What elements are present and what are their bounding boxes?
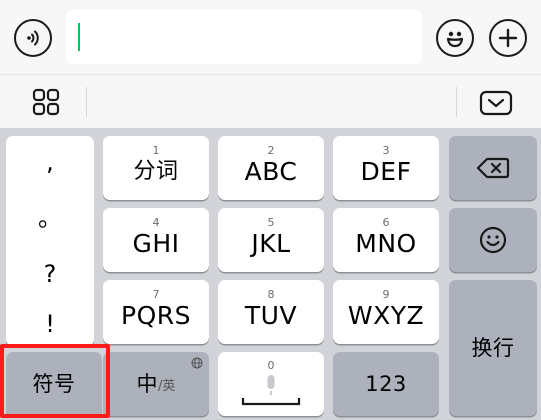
key-number: 2 (267, 144, 275, 157)
plus-icon (498, 28, 518, 48)
message-input[interactable] (66, 10, 422, 64)
key-7-pqrs[interactable]: 7 PQRS (103, 280, 209, 344)
key-8-tuv[interactable]: 8 TUV (218, 280, 324, 344)
chat-input-bar (0, 0, 541, 74)
key-label: TUV (244, 301, 298, 330)
smiley-key-icon (479, 226, 507, 254)
backspace-icon (476, 157, 510, 179)
enter-key-label: 换行 (471, 336, 515, 360)
emoji-button[interactable] (436, 19, 474, 57)
key-label: ABC (244, 157, 298, 186)
punct-comma-key[interactable]: , (6, 148, 94, 176)
toolbar-divider (86, 87, 87, 117)
more-button[interactable] (489, 19, 527, 57)
punctuation-column[interactable]: , 。 ? ! (6, 136, 94, 346)
punct-exclaim-key[interactable]: ! (6, 310, 94, 338)
key-number: 0 (267, 359, 275, 372)
numbers-key-label: 123 (365, 372, 407, 396)
nine-key-keyboard: , 。 ? ! 1 分词 2 ABC 3 DEF 4 GHI 5 JKL 6 M… (0, 128, 541, 420)
key-1-fenci[interactable]: 1 分词 (103, 136, 209, 200)
text-caret (78, 23, 80, 51)
key-label: GHI (132, 229, 180, 258)
key-number: 8 (267, 288, 275, 301)
key-number: 7 (152, 288, 160, 301)
toolbar-divider (456, 87, 457, 117)
key-9-wxyz[interactable]: 9 WXYZ (333, 280, 439, 344)
key-label: MNO (355, 229, 417, 258)
keyboard-collapse-icon[interactable] (479, 90, 513, 116)
mic-icon (267, 375, 275, 395)
key-label: JKL (251, 229, 291, 258)
key-number: 1 (152, 144, 160, 157)
key-label: DEF (360, 157, 412, 186)
key-number: 4 (152, 216, 160, 229)
key-number: 9 (382, 288, 390, 301)
key-2-abc[interactable]: 2 ABC (218, 136, 324, 200)
voice-button[interactable] (14, 19, 52, 57)
emoji-key[interactable] (449, 208, 537, 272)
space-key[interactable]: 0 (218, 352, 324, 416)
globe-icon (191, 357, 203, 369)
grid-icon[interactable] (32, 88, 60, 116)
lang-main-label: 中 (136, 372, 159, 396)
key-4-ghi[interactable]: 4 GHI (103, 208, 209, 272)
space-bar-icon (241, 398, 301, 406)
punct-period-key[interactable]: 。 (6, 204, 94, 232)
key-number: 5 (267, 216, 275, 229)
numbers-key[interactable]: 123 (333, 352, 439, 416)
emoji-icon (446, 31, 464, 48)
punct-question-key[interactable]: ? (6, 260, 94, 288)
voice-icon (27, 30, 39, 46)
key-5-jkl[interactable]: 5 JKL (218, 208, 324, 272)
key-label: PQRS (121, 301, 191, 330)
key-label: WXYZ (347, 301, 425, 330)
key-number: 3 (382, 144, 390, 157)
key-label: 分词 (133, 159, 179, 184)
key-6-mno[interactable]: 6 MNO (333, 208, 439, 272)
key-number: 6 (382, 216, 390, 229)
keyboard-toolbar (0, 74, 541, 128)
backspace-key[interactable] (449, 136, 537, 200)
language-switch-key[interactable]: 中 /英 (103, 352, 209, 416)
enter-key[interactable]: 换行 (449, 280, 537, 416)
lang-sub-label: /英 (158, 378, 176, 394)
symbol-key-highlight (0, 344, 110, 418)
key-3-def[interactable]: 3 DEF (333, 136, 439, 200)
